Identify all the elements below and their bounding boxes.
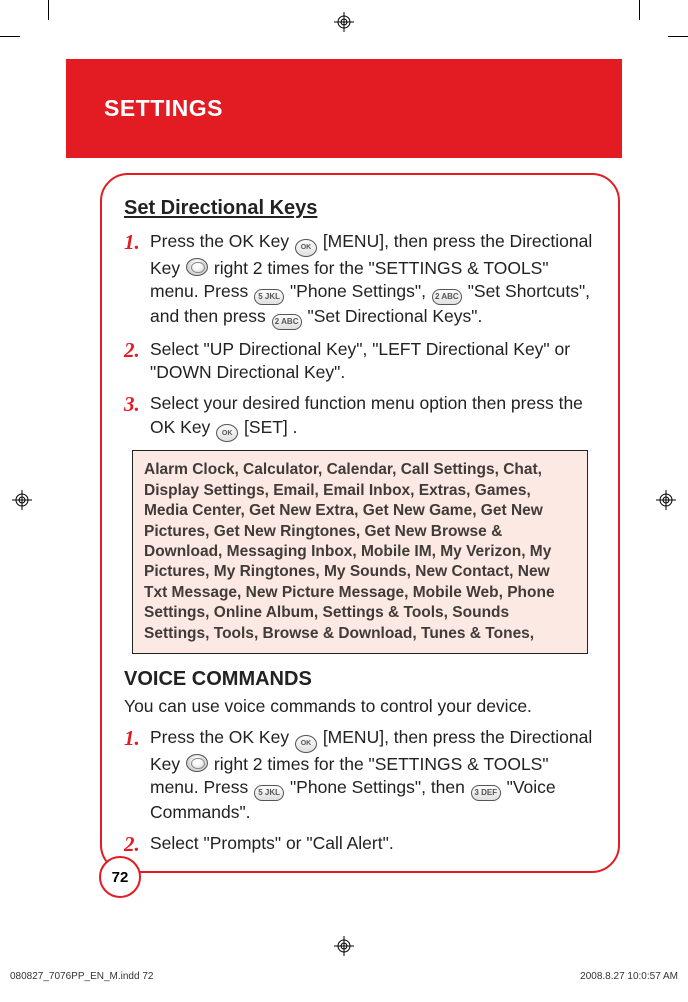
text: "Phone Settings", then [285, 777, 470, 797]
crop-mark [0, 36, 20, 37]
registration-mark-icon [334, 936, 354, 956]
content-frame: Set Directional Keys 1 Press the OK Key … [100, 173, 620, 873]
crop-mark [639, 0, 640, 20]
section-title-set-directional-keys: Set Directional Keys [124, 197, 596, 220]
crop-mark [668, 36, 688, 37]
step-body: Select "UP Directional Key", "LEFT Direc… [150, 338, 596, 384]
step-body: Select "Prompts" or "Call Alert". [150, 832, 596, 856]
text: Press the OK Key [150, 727, 294, 747]
registration-mark-icon [656, 490, 676, 510]
header-bar: SETTINGS [66, 59, 622, 158]
step-1: 1 Press the OK Key OK [MENU], then press… [124, 726, 596, 824]
text: [SET] . [239, 417, 297, 437]
page-number-badge: 72 [99, 856, 141, 898]
step-body: Press the OK Key OK [MENU], then press t… [150, 230, 596, 330]
directional-key-icon [186, 754, 208, 772]
text: Select your desired function menu option… [150, 393, 583, 436]
ok-key-icon: OK [295, 735, 317, 753]
step-number: 2 [124, 832, 150, 856]
directional-key-icon [186, 258, 208, 276]
function-list-callout: Alarm Clock, Calculator, Calendar, Call … [132, 450, 588, 654]
ok-key-icon: OK [295, 239, 317, 257]
page-number: 72 [112, 869, 129, 886]
step-2: 2 Select "UP Directional Key", "LEFT Dir… [124, 338, 596, 384]
section-title-voice-commands: VOICE COMMANDS [124, 668, 596, 691]
registration-mark-icon [334, 12, 354, 32]
text: "Phone Settings", [285, 281, 431, 301]
step-body: Select your desired function menu option… [150, 392, 596, 442]
registration-mark-icon [12, 490, 32, 510]
footer-filename: 080827_7076PP_EN_M.indd 72 [10, 971, 153, 982]
section-intro: You can use voice commands to control yo… [124, 695, 596, 718]
crop-mark [48, 0, 49, 20]
step-number: 1 [124, 230, 150, 330]
step-3: 3 Select your desired function menu opti… [124, 392, 596, 442]
step-1: 1 Press the OK Key OK [MENU], then press… [124, 230, 596, 330]
key-2-icon: 2 ABC [432, 289, 462, 305]
footer-timestamp: 2008.8.27 10:0:57 AM [580, 971, 678, 982]
ok-key-icon: OK [216, 424, 238, 442]
key-2-icon: 2 ABC [272, 314, 302, 330]
step-number: 1 [124, 726, 150, 824]
key-5-icon: 5 JKL [254, 785, 284, 801]
step-2: 2 Select "Prompts" or "Call Alert". [124, 832, 596, 856]
step-number: 2 [124, 338, 150, 384]
footer-slug: 080827_7076PP_EN_M.indd 72 2008.8.27 10:… [10, 971, 678, 982]
key-5-icon: 5 JKL [254, 289, 284, 305]
step-body: Press the OK Key OK [MENU], then press t… [150, 726, 596, 824]
key-3-icon: 3 DEF [471, 785, 501, 801]
step-number: 3 [124, 392, 150, 442]
text: "Set Directional Keys". [303, 306, 483, 326]
page-title: SETTINGS [104, 95, 223, 122]
text: Press the OK Key [150, 231, 294, 251]
page-root: SETTINGS Set Directional Keys 1 Press th… [0, 0, 688, 1002]
